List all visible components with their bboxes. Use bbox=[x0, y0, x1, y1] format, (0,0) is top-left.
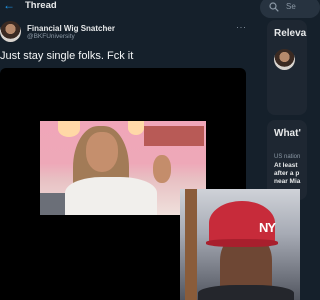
relevant-people-title: Releva bbox=[274, 28, 307, 39]
more-options-icon[interactable]: ··· bbox=[236, 22, 247, 32]
background-lamp bbox=[128, 121, 144, 135]
headline-line: after a p bbox=[274, 170, 300, 177]
avatar[interactable] bbox=[0, 21, 21, 42]
cap-logo: NY bbox=[259, 220, 276, 235]
cap-brim bbox=[206, 239, 278, 247]
pip-person-shirt bbox=[198, 285, 294, 300]
tweet-text: Just stay single folks. Fck it bbox=[0, 50, 134, 62]
headline-line: At least bbox=[274, 162, 298, 169]
pip-door bbox=[185, 189, 197, 300]
search-icon bbox=[269, 2, 279, 12]
news-headline[interactable]: At least after a p near Mia bbox=[274, 162, 320, 186]
author-handle[interactable]: @BKFUniversity bbox=[27, 33, 75, 41]
person-face bbox=[86, 132, 118, 172]
background-lamp bbox=[58, 121, 80, 137]
whats-happening-title: What' bbox=[274, 128, 301, 139]
picture-in-picture-video[interactable]: NY bbox=[180, 189, 300, 300]
background-shelf bbox=[144, 126, 204, 146]
page-title: Thread bbox=[25, 0, 57, 11]
search-placeholder: Se bbox=[286, 2, 296, 11]
thread-header: ← Thread bbox=[0, 0, 256, 13]
avatar[interactable] bbox=[274, 49, 295, 70]
news-category: US nation bbox=[274, 154, 301, 160]
person-body bbox=[65, 177, 157, 215]
search-input[interactable]: Se bbox=[260, 0, 320, 18]
person-hand bbox=[153, 155, 171, 183]
headline-line: near Mia bbox=[274, 178, 301, 185]
arrow-left-icon[interactable]: ← bbox=[3, 0, 15, 12]
